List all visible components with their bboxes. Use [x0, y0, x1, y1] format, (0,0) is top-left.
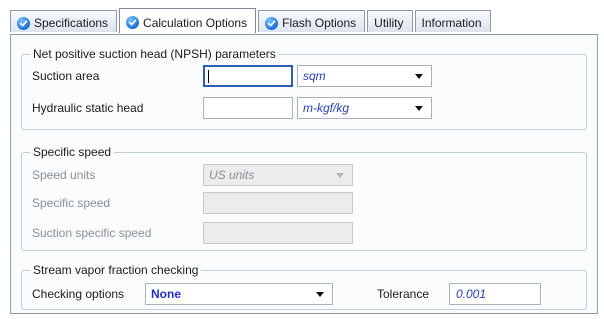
tolerance-value: 0.001 [456, 287, 487, 301]
check-circle-icon [126, 16, 140, 29]
tab-label: Information [421, 16, 482, 30]
suction-area-label: Suction area [32, 69, 100, 83]
tab-specifications[interactable]: Specifications [10, 10, 118, 32]
group-title: Stream vapor fraction checking [30, 263, 202, 277]
tolerance-label: Tolerance [377, 287, 430, 301]
vapor-fraction-group: Stream vapor fraction checking Checking … [21, 263, 587, 310]
tolerance-input[interactable]: 0.001 [449, 283, 541, 305]
specific-speed-label: Specific speed [32, 196, 111, 210]
chevron-down-icon [415, 106, 423, 111]
text-cursor [208, 70, 209, 83]
tab-calculation-options[interactable]: Calculation Options [119, 8, 257, 33]
checking-options-value: None [151, 287, 181, 301]
unit-value: sqm [303, 69, 326, 83]
checking-options-label: Checking options [32, 287, 125, 301]
chevron-down-icon [336, 173, 344, 178]
checking-options-select[interactable]: None [145, 283, 333, 305]
calculation-options-panel: Net positive suction head (NPSH) paramet… [10, 34, 598, 314]
tab-bar: Specifications Calculation Options Flash… [10, 8, 493, 33]
chevron-down-icon [316, 292, 324, 297]
tab-label: Calculation Options [143, 15, 248, 30]
tab-information[interactable]: Information [414, 10, 491, 32]
check-circle-icon [265, 16, 279, 30]
tab-label: Utility [374, 16, 404, 30]
calculation-options-window: Specifications Calculation Options Flash… [0, 0, 604, 319]
suction-area-input[interactable] [203, 65, 293, 87]
hydraulic-static-head-input[interactable] [203, 97, 293, 119]
suction-specific-speed-input[interactable] [203, 222, 353, 244]
unit-value: m-kgf/kg [303, 101, 350, 115]
check-circle-icon [17, 16, 30, 30]
group-title: Specific speed [30, 145, 115, 159]
hydraulic-static-head-label: Hydraulic static head [32, 101, 144, 115]
speed-units-label: Speed units [32, 168, 96, 182]
suction-specific-speed-label: Suction specific speed [32, 226, 152, 240]
specific-speed-input[interactable] [203, 192, 353, 214]
tab-utility[interactable]: Utility [367, 10, 413, 32]
chevron-down-icon [415, 74, 423, 79]
tab-flash-options[interactable]: Flash Options [258, 10, 366, 32]
specific-speed-group: Specific speed Speed units US units Spec… [21, 145, 587, 251]
npsh-group: Net positive suction head (NPSH) paramet… [21, 47, 587, 130]
tab-label: Specifications [34, 16, 109, 30]
group-title: Net positive suction head (NPSH) paramet… [30, 47, 279, 61]
tab-label: Flash Options [282, 16, 357, 30]
suction-area-unit-select[interactable]: sqm [297, 65, 432, 87]
speed-units-select[interactable]: US units [203, 164, 353, 186]
hydraulic-static-head-unit-select[interactable]: m-kgf/kg [297, 97, 432, 119]
speed-units-value: US units [209, 168, 255, 182]
